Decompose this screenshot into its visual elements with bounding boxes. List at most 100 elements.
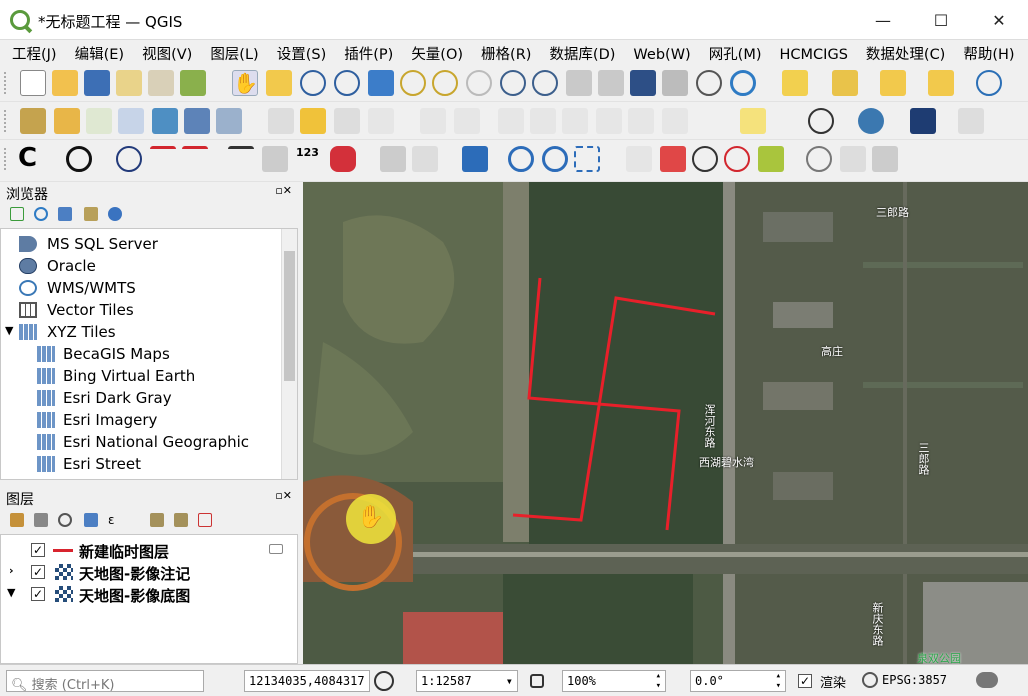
collapse-all-layers-icon[interactable] (174, 513, 188, 527)
zoom-native-icon[interactable] (466, 70, 492, 96)
chevron-down-icon[interactable]: ▾ (506, 674, 513, 688)
zoom-layer-icon[interactable] (432, 70, 458, 96)
c-tool-icon[interactable]: C (18, 145, 44, 172)
crs-label[interactable]: EPSG:3857 (882, 673, 947, 687)
panel-close-icon[interactable]: ▫✕ (275, 184, 292, 197)
help-icon[interactable] (910, 108, 936, 134)
new-3d-view-icon[interactable] (598, 70, 624, 96)
network-tool-icon[interactable] (380, 146, 406, 172)
browser-item-xyz-tiles[interactable]: ▼ XYZ Tiles (1, 321, 281, 343)
select-features-icon[interactable] (782, 70, 808, 96)
remove-layer-icon[interactable] (198, 513, 212, 527)
info-icon[interactable] (108, 207, 122, 221)
xy-tool-icon[interactable] (116, 146, 142, 172)
menu-help[interactable]: 帮助(H) (951, 40, 1020, 64)
lock-icon[interactable] (530, 674, 544, 688)
magnifier-field[interactable]: 100% ▴ ▾ (562, 670, 666, 692)
locate-icon[interactable] (692, 146, 718, 172)
browser-item-esri-dark-gray[interactable]: Esri Dark Gray (1, 387, 281, 409)
full-extent-icon[interactable] (574, 146, 600, 172)
scale-field[interactable]: 1:12587 ▾ (416, 670, 518, 692)
panel-close-icon[interactable]: ▫✕ (275, 489, 292, 502)
copy-features-icon[interactable] (562, 108, 588, 134)
menu-layer[interactable]: 图层(L) (198, 40, 264, 64)
refresh-icon[interactable] (730, 70, 756, 96)
browser-item-wms[interactable]: WMS/WMTS (1, 277, 281, 299)
manage-map-themes-icon[interactable] (58, 513, 72, 527)
menu-processing[interactable]: 数据处理(C) (854, 40, 951, 64)
menu-plugins[interactable]: 插件(P) (332, 40, 399, 64)
expand-arrow-icon[interactable]: ▼ (7, 586, 15, 599)
layer-item-imagery[interactable]: ▼ ✓ 天地图-影像底图 (1, 583, 297, 605)
layer-indicator-icon[interactable] (269, 544, 283, 554)
pin-icon[interactable] (660, 146, 686, 172)
menu-view[interactable]: 视图(V) (130, 40, 198, 64)
paste-features-icon[interactable] (596, 108, 622, 134)
temporal-controller-icon[interactable] (696, 70, 722, 96)
toolbar-grip[interactable] (4, 148, 8, 170)
attribute-table-icon[interactable] (832, 70, 858, 96)
layer-visibility-checkbox[interactable]: ✓ (31, 587, 45, 601)
zoom-full-icon[interactable] (368, 70, 394, 96)
save-edits-icon[interactable] (334, 108, 360, 134)
search-map-icon[interactable] (542, 146, 568, 172)
layout-manager-icon[interactable] (148, 70, 174, 96)
new-geopackage-icon[interactable] (54, 108, 80, 134)
spinner-arrows-icon[interactable]: ▴ ▾ (656, 671, 661, 691)
measure-tool-icon[interactable] (262, 146, 288, 172)
delete-selected-icon[interactable] (498, 108, 524, 134)
expand-all-icon[interactable] (150, 513, 164, 527)
map-canvas[interactable]: 三郎路 高庄 三郎路 浑河东路 西湖碧水湾 新庆东路 泉双公园 ✋ (303, 182, 1028, 664)
shape-tool-icon[interactable] (330, 146, 356, 172)
scrollbar-thumb[interactable] (284, 251, 295, 381)
line-tool-icon[interactable] (150, 146, 176, 172)
add-selected-icon[interactable] (10, 207, 24, 221)
locator-search-input[interactable]: 🔍︎ 搜索 (Ctrl+K) (6, 670, 204, 692)
menu-mesh[interactable]: 网孔(M) (697, 40, 768, 64)
browser-scrollbar[interactable] (281, 229, 297, 479)
filter-icon[interactable] (58, 207, 72, 221)
numbering-icon[interactable]: 123 (296, 146, 322, 172)
browser-item-oracle[interactable]: Oracle (1, 255, 281, 277)
vertex-tool-icon[interactable] (420, 108, 446, 134)
style-manager-icon[interactable] (180, 70, 206, 96)
copy-layer-icon[interactable] (626, 146, 652, 172)
layer-item-annotation[interactable]: › ✓ 天地图-影像注记 (1, 561, 297, 583)
rotation-field[interactable]: 0.0° ▴ ▾ (690, 670, 786, 692)
maximize-button[interactable]: ☐ (912, 0, 970, 40)
menu-edit[interactable]: 编辑(E) (63, 40, 130, 64)
layer-visibility-checkbox[interactable]: ✓ (31, 543, 45, 557)
collapse-all-icon[interactable] (84, 207, 98, 221)
show-bookmarks-icon[interactable] (662, 70, 688, 96)
zoom-in-icon[interactable] (300, 70, 326, 96)
browser-item-vector-tiles[interactable]: Vector Tiles (1, 299, 281, 321)
digitize-icon[interactable] (368, 108, 394, 134)
coordinate-toggle-icon[interactable] (374, 671, 394, 691)
render-checkbox[interactable]: ✓ (798, 674, 812, 688)
messages-icon[interactable] (976, 672, 998, 688)
zoom-next-icon[interactable] (532, 70, 558, 96)
topology-icon[interactable] (840, 146, 866, 172)
save-project-icon[interactable] (84, 70, 110, 96)
wrench-icon[interactable] (872, 146, 898, 172)
crs-globe-icon[interactable] (862, 672, 878, 688)
menu-vector[interactable]: 矢量(O) (399, 40, 469, 64)
menu-hcmgis[interactable]: HCMCIGS (768, 44, 854, 63)
toolbar-grip[interactable] (4, 72, 8, 94)
draw-rectangle-icon[interactable] (758, 146, 784, 172)
undo-icon[interactable] (628, 108, 654, 134)
new-print-layout-icon[interactable] (116, 70, 142, 96)
label-toolbar-icon[interactable] (740, 108, 766, 134)
menu-database[interactable]: 数据库(D) (537, 40, 621, 64)
coordinate-field[interactable]: 12134035,4084317 (244, 670, 370, 692)
menu-project[interactable]: 工程(J) (0, 40, 63, 64)
expression-filter-icon[interactable]: ε (108, 513, 122, 527)
pan-icon[interactable]: ✋ (232, 70, 258, 96)
modify-attributes-icon[interactable] (454, 108, 480, 134)
new-temp-layer-icon[interactable] (152, 108, 178, 134)
zoom-selection-icon[interactable] (400, 70, 426, 96)
data-source-manager-icon[interactable] (20, 108, 46, 134)
add-group-icon[interactable] (34, 513, 48, 527)
identify-icon[interactable] (976, 70, 1002, 96)
crosshair-icon[interactable] (724, 146, 750, 172)
